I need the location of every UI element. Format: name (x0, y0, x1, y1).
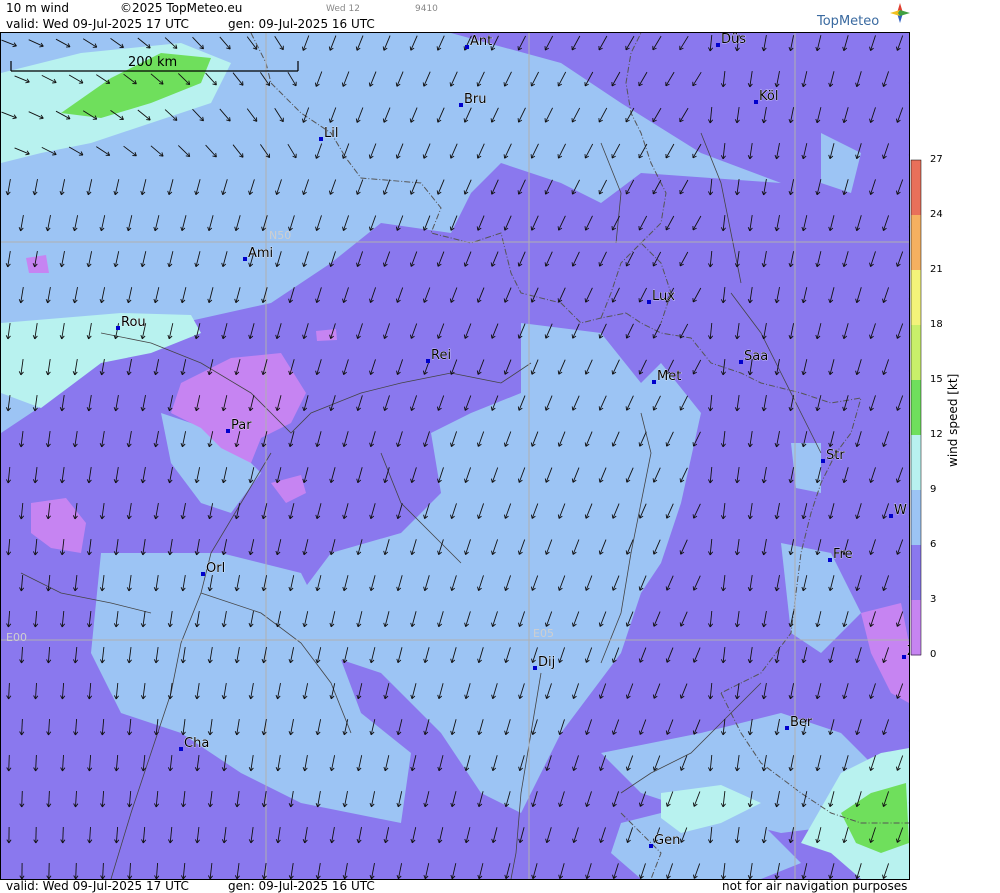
city-dot (647, 300, 651, 304)
city-label: Dij (538, 655, 555, 670)
city-label: Ant (470, 34, 492, 49)
city-dot (116, 326, 120, 330)
city-lux: Lux (647, 289, 676, 304)
logo-text: TopMeteo (816, 14, 879, 29)
city-label: Ami (248, 246, 273, 261)
legend-swatch-1 (911, 215, 921, 271)
city-dot (201, 572, 205, 576)
city-dot (652, 380, 656, 384)
city-dot (533, 666, 537, 670)
city-düs: Düs (716, 33, 747, 47)
small-date: Wed 12 (326, 4, 360, 14)
city-saa: Saa (739, 349, 768, 364)
legend-tick-21: 21 (930, 264, 943, 275)
generation-time: gen: 09-Jul-2025 16 UTC (228, 17, 375, 31)
map-title: 10 m wind (6, 1, 69, 15)
wind-speed-legend: 27 24 21 18 15 12 9 6 3 0 wind speed [kt] (908, 32, 1000, 878)
city-dot (243, 257, 247, 261)
legend-tick-3: 3 (930, 594, 937, 605)
city-dot (319, 137, 323, 141)
scale-bar-label: 200 km (128, 55, 177, 70)
city-dot (465, 45, 469, 49)
city-label: Gen (654, 833, 680, 848)
compass-icon (890, 3, 910, 23)
city-dot (754, 100, 758, 104)
city-bru: Bru (459, 92, 487, 107)
city-label: Köl (759, 89, 778, 104)
city-label: Bru (464, 92, 487, 107)
footer-disclaimer: not for air navigation purposes (722, 879, 908, 893)
city-label: W (894, 503, 907, 518)
city-label: Orl (206, 561, 225, 576)
topmeteo-logo: TopMeteo (815, 2, 910, 36)
legend-swatch-8 (911, 600, 921, 656)
city-dot (459, 103, 463, 107)
legend-tick-12: 12 (930, 429, 943, 440)
city-cha: Cha (179, 736, 210, 751)
wind-region-20 (316, 329, 337, 341)
legend-tick-27: 27 (930, 154, 943, 165)
legend-swatch-5 (911, 435, 921, 491)
legend-swatch-2 (911, 270, 921, 326)
legend-swatch-0 (911, 160, 921, 216)
city-label: Ber (790, 715, 813, 730)
city-dot (226, 429, 230, 433)
city-dot (902, 655, 906, 659)
city-label: Str (826, 448, 845, 463)
city-dot (179, 747, 183, 751)
lon-label-east: E05 (533, 627, 554, 640)
legend-tick-15: 15 (930, 374, 943, 385)
legend-swatch-4 (911, 380, 921, 436)
legend-tick-9: 9 (930, 484, 937, 495)
city-dot (649, 844, 653, 848)
city-label: Cha (184, 736, 209, 751)
city-dot (716, 43, 720, 47)
city-dot (828, 558, 832, 562)
city-label: Düs (721, 33, 746, 47)
city-label: Rou (121, 315, 146, 330)
city-ber: Ber (785, 715, 813, 730)
copyright-text: ©2025 TopMeteo.eu (120, 1, 243, 15)
city-dot (426, 359, 430, 363)
city-ant: Ant (465, 34, 493, 49)
city-label: Saa (744, 349, 768, 364)
city-rou: Rou (116, 315, 146, 330)
city-ami: Ami (243, 246, 273, 261)
legend-tick-24: 24 (930, 209, 943, 220)
small-code: 9410 (415, 4, 438, 14)
wind-map[interactable]: 200 km N50 E00 E05 Ant Düs Bru Köl Lil Ami Lux… (0, 32, 910, 880)
city-label: Fre (833, 547, 853, 562)
legend-tick-6: 6 (930, 539, 937, 550)
city-gen: Gen (649, 833, 681, 848)
city-label: Met (657, 369, 681, 384)
legend-swatch-3 (911, 325, 921, 381)
city-met: Met (652, 369, 682, 384)
footer-valid-time: valid: Wed 09-Jul-2025 17 UTC (6, 879, 189, 893)
city-label: Lux (652, 289, 675, 304)
wind-region-18 (26, 255, 49, 273)
legend-tick-0: 0 (930, 649, 937, 660)
legend-color-bar (910, 159, 922, 656)
city-label: Par (231, 418, 252, 433)
city-dot (739, 360, 743, 364)
city-label: Lil (324, 126, 338, 141)
legend-axis-label: wind speed [kt] (946, 373, 960, 467)
lat-label: N50 (269, 229, 291, 242)
legend-swatch-6 (911, 490, 921, 546)
lon-label-west: E00 (6, 631, 27, 644)
city-dot (889, 514, 893, 518)
legend-swatch-7 (911, 545, 921, 601)
city-dot (785, 726, 789, 730)
city-label: Rei (431, 348, 451, 363)
city-dot (821, 459, 825, 463)
footer-generation-time: gen: 09-Jul-2025 16 UTC (228, 879, 375, 893)
valid-time: valid: Wed 09-Jul-2025 17 UTC (6, 17, 189, 31)
legend-tick-18: 18 (930, 319, 943, 330)
